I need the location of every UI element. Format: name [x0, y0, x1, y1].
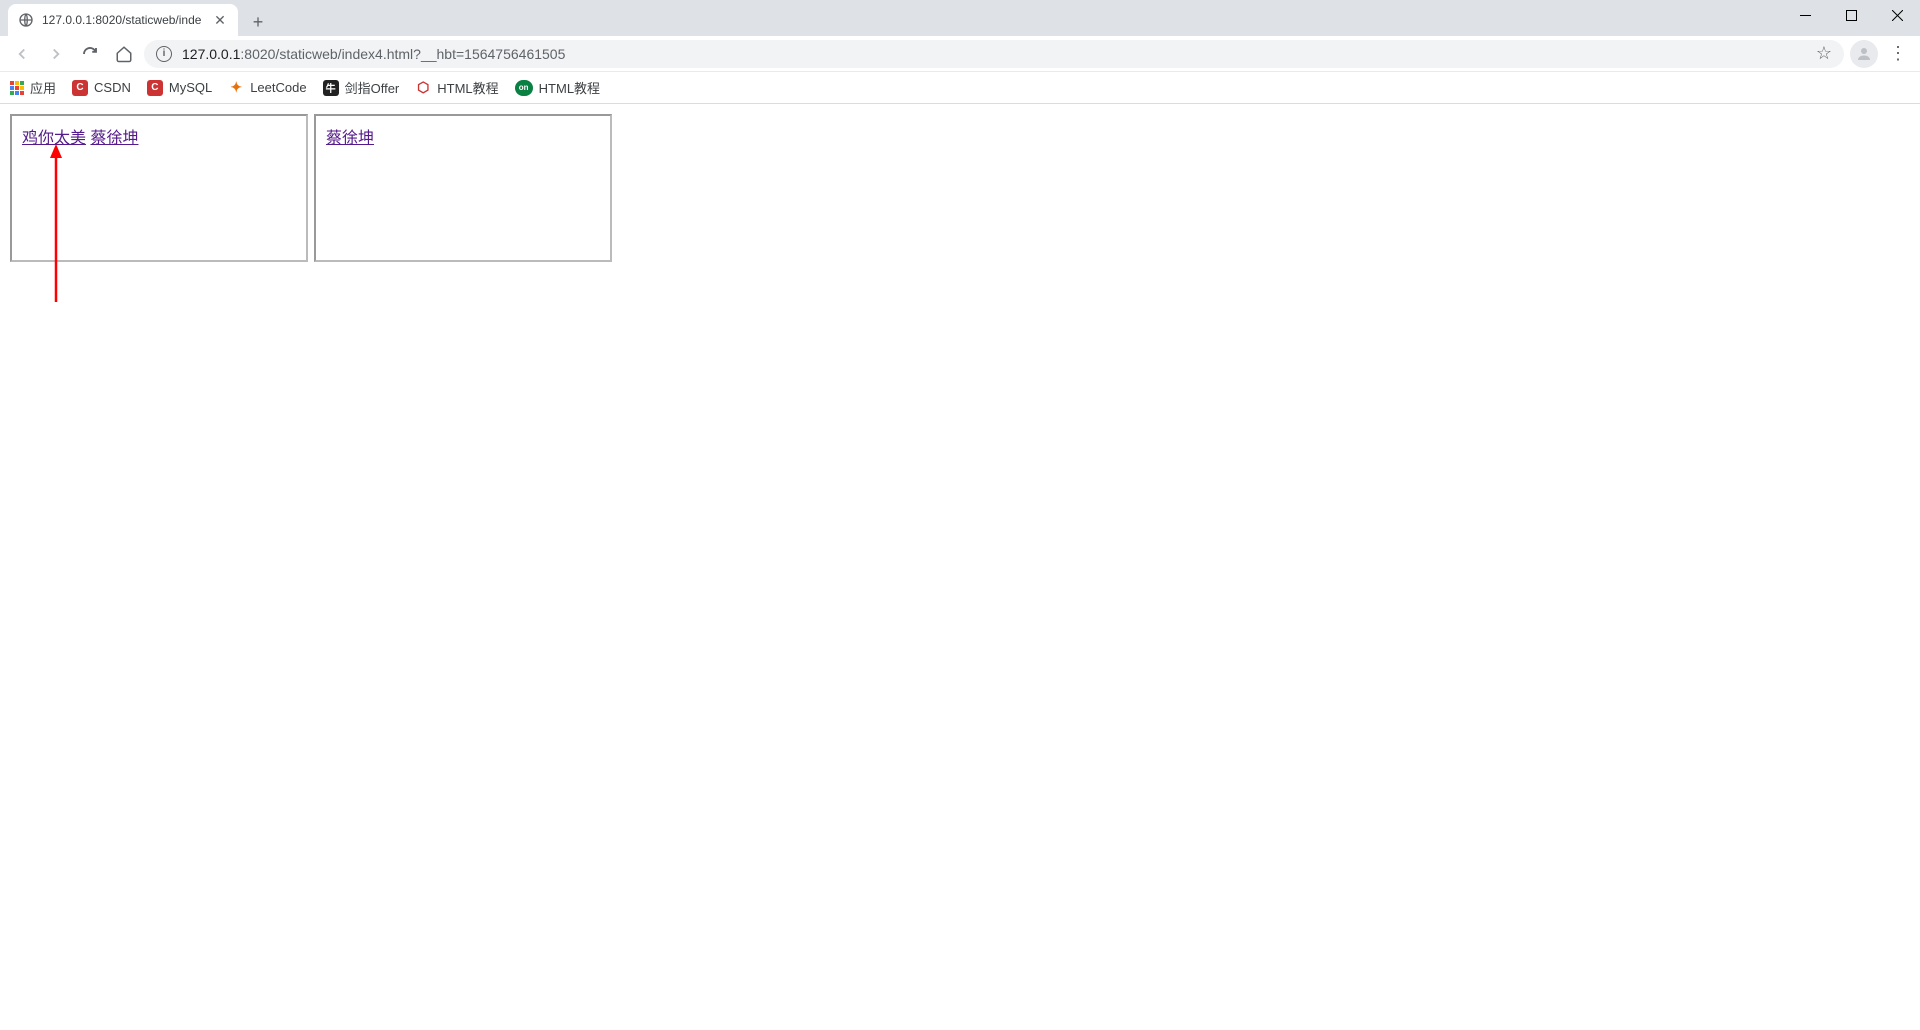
bookmark-label: 剑指Offer — [345, 78, 400, 97]
info-icon[interactable]: i — [156, 46, 172, 62]
iframe-box-2: 蔡徐坤 — [314, 114, 612, 262]
bookmark-leetcode[interactable]: ✦ LeetCode — [228, 80, 306, 96]
bookmark-mysql[interactable]: C MySQL — [147, 80, 212, 96]
tab-bar: 127.0.0.1:8020/staticweb/inde ✕ + — [0, 0, 1920, 36]
url-host: 127.0.0.1 — [182, 46, 240, 62]
window-close-button[interactable] — [1874, 0, 1920, 30]
new-tab-button[interactable]: + — [244, 8, 272, 36]
link[interactable]: 蔡徐坤 — [90, 130, 138, 147]
forward-button[interactable] — [42, 40, 70, 68]
back-button[interactable] — [8, 40, 36, 68]
bookmark-html1[interactable]: ⬡ HTML教程 — [415, 78, 498, 97]
maximize-button[interactable] — [1828, 0, 1874, 30]
url-text: 127.0.0.1:8020/staticweb/index4.html?__h… — [182, 46, 565, 62]
window-controls — [1782, 0, 1920, 36]
link[interactable]: 鸡你太美 — [22, 130, 86, 147]
jianzhi-icon: 牛 — [323, 80, 339, 96]
csdn-icon: C — [72, 80, 88, 96]
iframe-box-1: 鸡你太美 蔡徐坤 — [10, 114, 308, 262]
reload-button[interactable] — [76, 40, 104, 68]
mysql-icon: C — [147, 80, 163, 96]
tab-title: 127.0.0.1:8020/staticweb/inde — [42, 13, 204, 27]
minimize-button[interactable] — [1782, 0, 1828, 30]
apps-icon — [10, 81, 24, 95]
bookmark-label: CSDN — [94, 80, 131, 95]
home-button[interactable] — [110, 40, 138, 68]
omnibox[interactable]: i 127.0.0.1:8020/staticweb/index4.html?_… — [144, 40, 1844, 68]
leetcode-icon: ✦ — [228, 80, 244, 96]
bookmark-label: MySQL — [169, 80, 212, 95]
bookmark-html2[interactable]: on HTML教程 — [515, 78, 600, 97]
kebab-menu-icon[interactable]: ⋮ — [1884, 40, 1912, 68]
star-icon[interactable]: ☆ — [1816, 43, 1832, 64]
browser-tab[interactable]: 127.0.0.1:8020/staticweb/inde ✕ — [8, 4, 238, 36]
link[interactable]: 蔡徐坤 — [326, 130, 374, 147]
close-icon[interactable]: ✕ — [212, 12, 228, 28]
html-icon: on — [515, 80, 533, 96]
bookmark-csdn[interactable]: C CSDN — [72, 80, 131, 96]
bookmark-label: LeetCode — [250, 80, 306, 95]
bookmark-apps[interactable]: 应用 — [10, 78, 56, 97]
profile-button[interactable] — [1850, 40, 1878, 68]
address-bar: i 127.0.0.1:8020/staticweb/index4.html?_… — [0, 36, 1920, 72]
html-icon: ⬡ — [415, 80, 431, 96]
globe-icon — [18, 12, 34, 28]
bookmark-label: 应用 — [30, 78, 56, 97]
page-content: 鸡你太美 蔡徐坤 蔡徐坤 — [0, 104, 1920, 272]
bookmark-label: HTML教程 — [437, 78, 498, 97]
bookmark-label: HTML教程 — [539, 78, 600, 97]
url-path: :8020/staticweb/index4.html?__hbt=156475… — [240, 46, 565, 62]
bookmarks-bar: 应用 C CSDN C MySQL ✦ LeetCode 牛 剑指Offer ⬡… — [0, 72, 1920, 104]
bookmark-jianzhi[interactable]: 牛 剑指Offer — [323, 78, 400, 97]
